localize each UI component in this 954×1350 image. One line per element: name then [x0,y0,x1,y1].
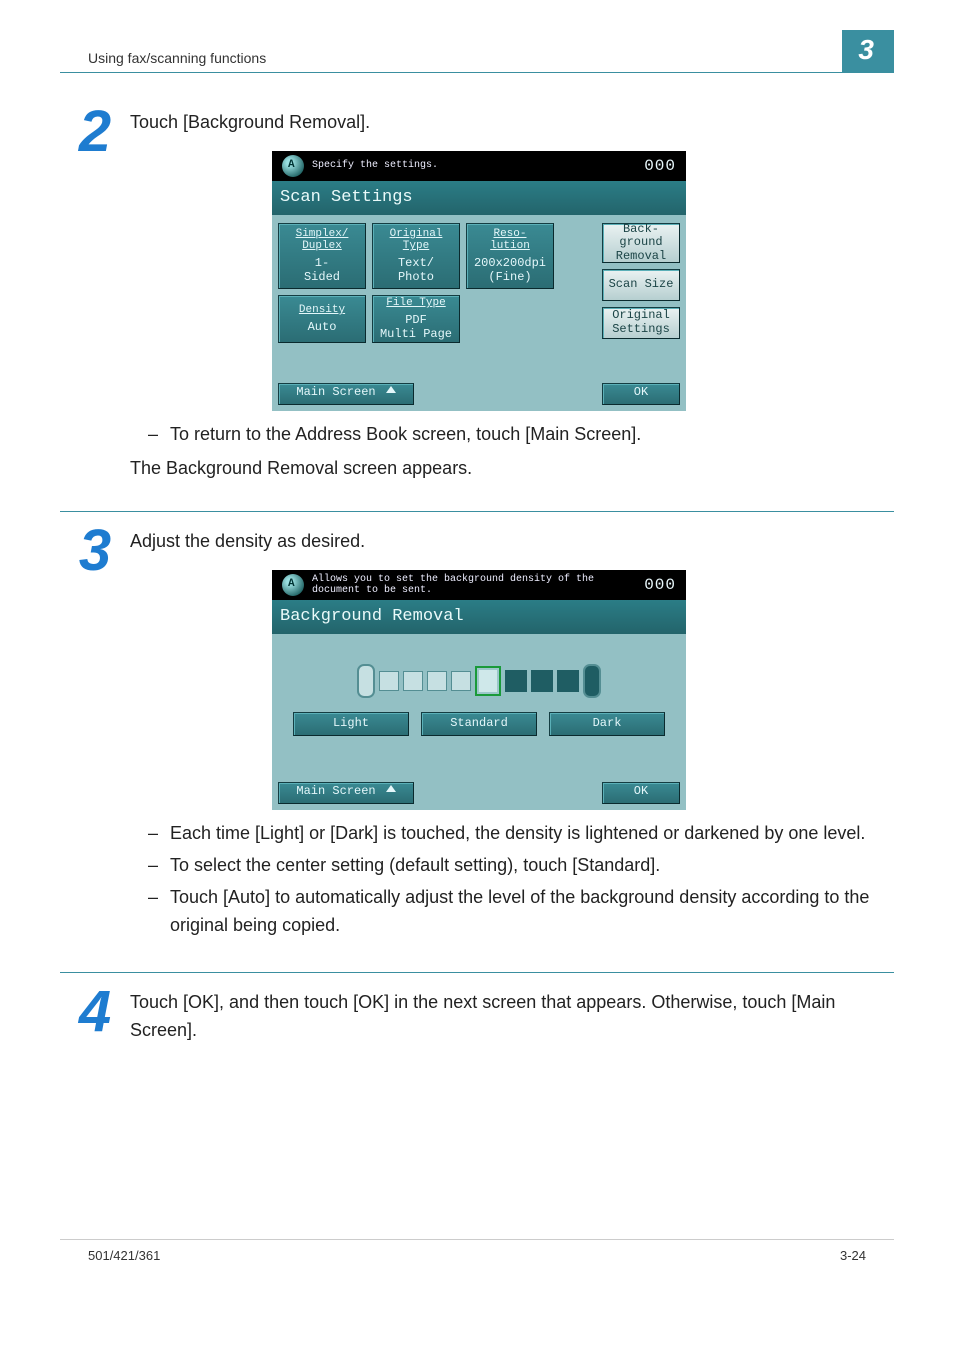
standard-button[interactable]: Standard [421,712,537,736]
step2-bullet: To return to the Address Book screen, to… [170,421,641,449]
footer-left: 501/421/361 [88,1248,160,1263]
counter: 000 [644,573,676,598]
status-icon [282,574,304,596]
resolution-button[interactable]: Reso- lution 200x200dpi (Fine) [466,223,554,289]
panel-hint: Specify the settings. [312,160,636,171]
density-button[interactable]: Density Auto [278,295,366,343]
density-slider[interactable] [278,664,680,698]
slider-dark-end[interactable] [583,664,601,698]
slider-step[interactable] [379,671,399,691]
step3-bullet-1: Each time [Light] or [Dark] is touched, … [170,820,865,848]
status-icon [282,155,304,177]
original-settings-tab[interactable]: Original Settings [602,307,680,339]
main-screen-button[interactable]: Main Screen [278,383,414,405]
step2-follow-text: The Background Removal screen appears. [130,455,894,483]
step-number-3: 3 [60,522,130,944]
original-type-button[interactable]: Original Type Text/ Photo [372,223,460,289]
file-type-button[interactable]: File Type PDF Multi Page [372,295,460,343]
slider-step[interactable] [427,671,447,691]
chapter-number: 3 [842,30,894,72]
panel-title: Scan Settings [272,181,686,215]
slider-step[interactable] [451,671,471,691]
arrow-up-icon [386,785,396,792]
main-screen-button[interactable]: Main Screen [278,782,414,804]
simplex-duplex-button[interactable]: Simplex/ Duplex 1- Sided [278,223,366,289]
slider-step[interactable] [531,670,553,692]
step4-instruction: Touch [OK], and then touch [OK] in the n… [130,989,894,1045]
step3-bullet-2: To select the center setting (default se… [170,852,660,880]
scan-size-tab[interactable]: Scan Size [602,269,680,301]
header-left: Using fax/scanning functions [60,50,266,72]
panel-title: Background Removal [272,600,686,634]
dark-button[interactable]: Dark [549,712,665,736]
step3-instruction: Adjust the density as desired. [130,528,894,556]
panel-hint: Allows you to set the background density… [312,574,636,596]
scan-settings-screenshot: Specify the settings. 000 Scan Settings … [272,151,686,411]
background-removal-tab[interactable]: Back- ground Removal [602,223,680,263]
light-button[interactable]: Light [293,712,409,736]
slider-current[interactable] [475,666,501,696]
footer-right: 3-24 [840,1248,866,1263]
slider-step[interactable] [505,670,527,692]
counter: 000 [644,154,676,179]
slider-step[interactable] [557,670,579,692]
step-number-4: 4 [60,983,130,1059]
ok-button[interactable]: OK [602,782,680,804]
background-removal-screenshot: Allows you to set the background density… [272,570,686,810]
step3-bullet-3: Touch [Auto] to automatically adjust the… [170,884,894,940]
step-number-2: 2 [60,103,130,483]
arrow-up-icon [386,386,396,393]
slider-light-end[interactable] [357,664,375,698]
step2-instruction: Touch [Background Removal]. [130,109,894,137]
slider-step[interactable] [403,671,423,691]
ok-button[interactable]: OK [602,383,680,405]
